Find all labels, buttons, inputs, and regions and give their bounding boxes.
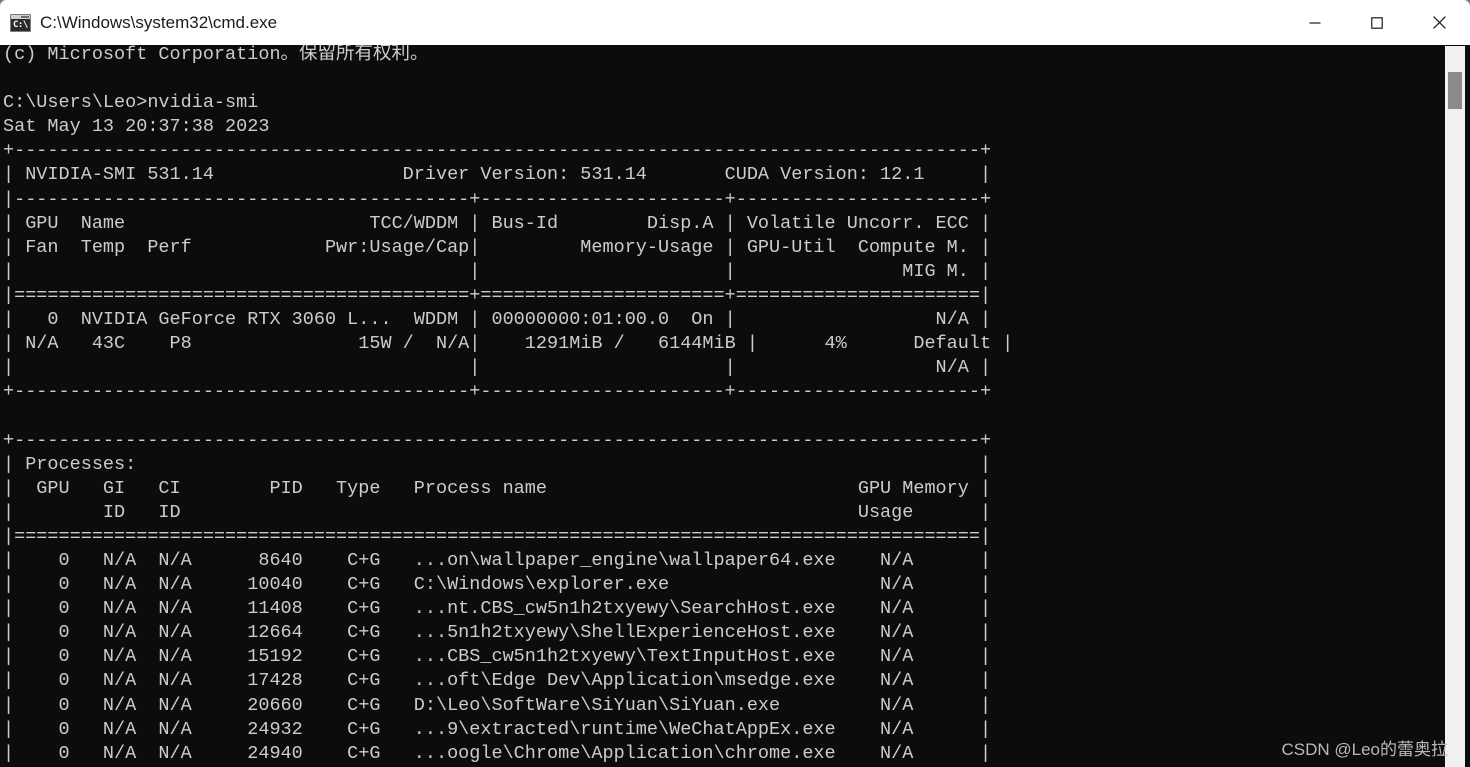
maximize-button[interactable]	[1346, 0, 1408, 45]
terminal-line: | 0 N/A N/A 8640 C+G ...on\wallpaper_eng…	[3, 549, 992, 571]
terminal-area[interactable]: (c) Microsoft Corporation。保留所有权利。 C:\Use…	[0, 45, 1470, 767]
window-title: C:\Windows\system32\cmd.exe	[40, 12, 278, 32]
terminal-line: | 0 N/A N/A 20660 C+G D:\Leo\SoftWare\Si…	[3, 694, 992, 716]
terminal-line: +---------------------------------------…	[3, 140, 992, 162]
terminal-line: | 0 N/A N/A 24940 C+G ...oogle\Chrome\Ap…	[3, 742, 992, 764]
terminal-line: | GPU GI CI PID Type Process name GPU Me…	[3, 477, 992, 499]
terminal-line: | 0 N/A N/A 12664 C+G ...5n1h2txyewy\She…	[3, 622, 992, 644]
terminal-line: | 0 N/A N/A 15192 C+G ...CBS_cw5n1h2txye…	[3, 646, 992, 668]
terminal-line: | N/A 43C P8 15W / N/A| 1291MiB / 6144Mi…	[3, 333, 1014, 355]
window-controls	[1284, 0, 1470, 45]
terminal-line: | NVIDIA-SMI 531.14 Driver Version: 531.…	[3, 164, 992, 186]
terminal-line: +---------------------------------------…	[3, 429, 992, 451]
terminal-line: |=======================================…	[3, 284, 992, 306]
terminal-line: | ID ID Usage |	[3, 501, 992, 523]
terminal-line: Sat May 13 20:37:38 2023	[3, 116, 270, 138]
terminal-line: | 0 NVIDIA GeForce RTX 3060 L... WDDM | …	[3, 309, 992, 331]
window-titlebar[interactable]: C:\ C:\Windows\system32\cmd.exe	[0, 0, 1470, 45]
terminal-line: | GPU Name TCC/WDDM | Bus-Id Disp.A | Vo…	[3, 212, 992, 234]
terminal-line: |---------------------------------------…	[3, 188, 992, 210]
maximize-icon	[1371, 16, 1383, 29]
terminal-scrollbar[interactable]	[1445, 46, 1465, 767]
titlebar-left: C:\ C:\Windows\system32\cmd.exe	[0, 0, 277, 45]
close-icon	[1432, 16, 1446, 29]
terminal-line: | 0 N/A N/A 10040 C+G C:\Windows\explore…	[3, 574, 992, 596]
terminal-line: | Processes: |	[3, 453, 992, 475]
terminal-line: |=======================================…	[3, 525, 992, 547]
terminal-output[interactable]: (c) Microsoft Corporation。保留所有权利。 C:\Use…	[0, 45, 1445, 765]
terminal-scrollbar-thumb[interactable]	[1448, 72, 1462, 109]
cmd-prompt-icon: C:\	[10, 13, 31, 32]
terminal-line: | 0 N/A N/A 17428 C+G ...oft\Edge Dev\Ap…	[3, 670, 992, 692]
watermark-text: CSDN @Leo的蕾奥拉	[1281, 740, 1448, 759]
terminal-line: C:\Users\Leo>nvidia-smi	[3, 92, 259, 114]
cmd-window: C:\ C:\Windows\system32\cmd.exe (c) Micr…	[0, 0, 1470, 767]
minimize-button[interactable]	[1284, 0, 1346, 45]
terminal-line: | | | N/A |	[3, 357, 992, 379]
screen: C:\ C:\Windows\system32\cmd.exe (c) Micr…	[0, 0, 1470, 767]
close-button[interactable]	[1408, 0, 1470, 45]
terminal-line: (c) Microsoft Corporation。保留所有权利。	[3, 45, 429, 65]
terminal-line: | | | MIG M. |	[3, 260, 992, 282]
cmd-icon-glyph: C:\	[13, 19, 28, 30]
terminal-line: | 0 N/A N/A 24932 C+G ...9\extracted\run…	[3, 718, 992, 740]
terminal-line: | Fan Temp Perf Pwr:Usage/Cap| Memory-Us…	[3, 236, 992, 258]
terminal-line: | 0 N/A N/A 11408 C+G ...nt.CBS_cw5n1h2t…	[3, 598, 992, 620]
terminal-line: +---------------------------------------…	[3, 381, 992, 403]
minimize-icon	[1309, 21, 1321, 24]
